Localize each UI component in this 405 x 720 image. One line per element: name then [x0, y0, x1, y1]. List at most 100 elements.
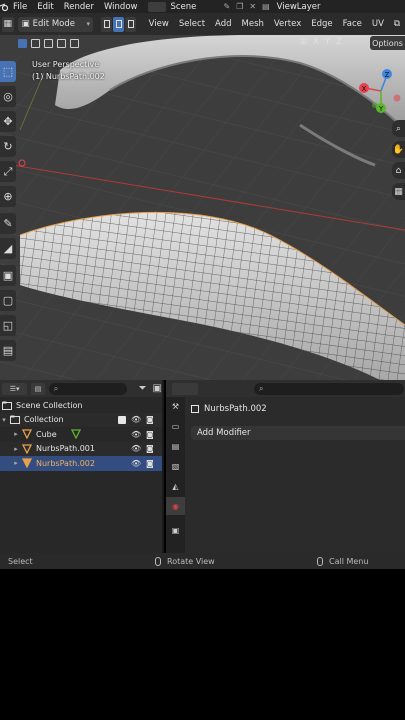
- mode-dropdown[interactable]: ▣ Edit Mode ▾: [17, 16, 93, 32]
- menu-file[interactable]: File: [8, 2, 32, 12]
- select-tool-icon[interactable]: ⬚: [0, 61, 16, 82]
- mirror-toggle-icon[interactable]: ⊞: [298, 37, 309, 47]
- expand-arrow-icon[interactable]: ▾: [0, 416, 8, 424]
- vertex-select-button[interactable]: [101, 16, 112, 32]
- pan-hand-icon[interactable]: ✋: [392, 141, 405, 158]
- properties-search-input[interactable]: ⌕: [254, 382, 404, 395]
- outliner-row-nurbspath-002[interactable]: ▸ NurbsPath.002 👁 ◙: [0, 456, 162, 471]
- exclude-checkbox[interactable]: [118, 415, 126, 424]
- outliner-search-input[interactable]: ⌕: [48, 382, 127, 395]
- select-extend-icon[interactable]: [31, 39, 40, 48]
- options-button[interactable]: Options: [370, 36, 405, 50]
- scene-dropdown-icon[interactable]: [148, 1, 167, 12]
- cursor-tool-icon[interactable]: ◎: [0, 86, 16, 107]
- new-collection-icon[interactable]: ▣: [153, 383, 162, 394]
- close-icon[interactable]: ✕: [246, 2, 259, 11]
- scene-tab-icon[interactable]: ◭: [166, 477, 185, 495]
- expand-arrow-icon[interactable]: ▸: [12, 430, 20, 438]
- scene-selector[interactable]: Scene: [148, 1, 220, 12]
- extrude-tool-icon[interactable]: ▣: [0, 265, 16, 286]
- pin-icon[interactable]: ✎: [220, 2, 233, 11]
- bevel-tool-icon[interactable]: ◱: [0, 315, 16, 336]
- outliner-row-scene-collection[interactable]: Scene Collection: [0, 398, 162, 413]
- camera-icon[interactable]: ◙: [146, 430, 154, 439]
- duplicate-scene-icon[interactable]: ❐: [233, 2, 246, 11]
- menu-view[interactable]: View: [144, 19, 174, 29]
- mirror-z-toggle[interactable]: Z: [334, 37, 344, 47]
- collection-box-icon: [10, 415, 20, 425]
- outliner-editor-type-icon[interactable]: ☰▾: [2, 382, 28, 395]
- render-tab-icon[interactable]: ▭: [166, 417, 185, 435]
- eye-icon[interactable]: 👁: [131, 459, 141, 468]
- panel-toggle-icon[interactable]: ⧉: [389, 19, 405, 29]
- camera-icon[interactable]: ◙: [146, 459, 154, 468]
- menu-mesh[interactable]: Mesh: [237, 19, 269, 29]
- menu-vertex[interactable]: Vertex: [269, 19, 306, 29]
- display-mode-icon[interactable]: ▤: [31, 382, 45, 395]
- add-modifier-button[interactable]: Add Modifier: [191, 426, 405, 440]
- camera-icon[interactable]: ◙: [146, 444, 154, 453]
- properties-content: NurbsPath.002 Add Modifier: [185, 397, 405, 553]
- view-layer-tab-icon[interactable]: ▧: [166, 457, 185, 475]
- expand-arrow-icon[interactable]: ▸: [12, 445, 20, 453]
- zoom-icon[interactable]: ⌕: [392, 120, 405, 137]
- menu-select[interactable]: Select: [174, 19, 210, 29]
- perspective-toggle-icon[interactable]: ▦: [392, 183, 405, 200]
- loopcut-tool-icon[interactable]: ▤: [0, 340, 16, 361]
- editor-type-icon[interactable]: ▦: [2, 16, 14, 32]
- mouse-right-icon: [317, 556, 323, 566]
- outliner-row-cube[interactable]: ▸ Cube 👁 ◙: [0, 427, 162, 442]
- select-intersect-icon[interactable]: [70, 39, 79, 48]
- outliner-item-label: Scene Collection: [16, 400, 83, 410]
- select-box-icon[interactable]: [18, 39, 27, 48]
- transform-tool-icon[interactable]: ⊕: [0, 186, 16, 207]
- mirror-y-toggle[interactable]: Y: [323, 37, 332, 47]
- eye-icon[interactable]: 👁: [131, 430, 141, 439]
- menu-window[interactable]: Window: [99, 2, 143, 12]
- 3d-viewport[interactable]: ⊞ X Y Z Options User Perspective (1) Nur…: [0, 35, 405, 380]
- filter-icon[interactable]: ⏷: [139, 383, 147, 394]
- eye-icon[interactable]: 👁: [131, 444, 141, 453]
- menu-render[interactable]: Render: [59, 2, 99, 12]
- measure-tool-icon[interactable]: ◢: [0, 238, 16, 259]
- menu-uv[interactable]: UV: [367, 19, 389, 29]
- mesh-object-icon: [22, 429, 32, 440]
- blender-logo-icon[interactable]: [0, 2, 9, 12]
- scale-tool-icon[interactable]: ⤢: [0, 161, 16, 182]
- move-tool-icon[interactable]: ✥: [0, 111, 16, 132]
- curve-object-icon: [22, 458, 32, 469]
- menu-edit[interactable]: Edit: [32, 2, 58, 12]
- outliner-row-collection[interactable]: ▾ Collection 👁 ◙: [0, 412, 162, 427]
- scene-name[interactable]: Scene: [170, 2, 220, 12]
- viewport-info: User Perspective (1) NurbsPath.002: [32, 59, 105, 83]
- camera-icon[interactable]: ◙: [146, 415, 154, 424]
- status-select: Select: [8, 557, 33, 566]
- outliner-row-nurbspath-001[interactable]: ▸ NurbsPath.001 👁 ◙: [0, 441, 162, 456]
- select-invert-icon[interactable]: [57, 39, 66, 48]
- collection-tab-icon[interactable]: ▣: [166, 521, 185, 539]
- tool-tab-icon[interactable]: ⚒: [166, 397, 185, 415]
- status-select-label: Select: [8, 556, 33, 566]
- output-tab-icon[interactable]: ▤: [166, 437, 185, 455]
- menu-add[interactable]: Add: [210, 19, 236, 29]
- edge-select-button[interactable]: [113, 16, 124, 32]
- rotate-tool-icon[interactable]: ↻: [0, 136, 16, 157]
- face-select-button[interactable]: [125, 16, 136, 32]
- menu-edge[interactable]: Edge: [306, 19, 337, 29]
- camera-view-icon[interactable]: ⌂: [392, 162, 405, 179]
- inset-tool-icon[interactable]: ▢: [0, 290, 16, 311]
- select-subtract-icon[interactable]: [44, 39, 53, 48]
- mirror-x-toggle[interactable]: X: [311, 37, 321, 47]
- properties-editor-type-icon[interactable]: [172, 382, 198, 395]
- eye-icon[interactable]: 👁: [131, 415, 141, 424]
- menu-face[interactable]: Face: [338, 19, 367, 29]
- navigation-gizmo[interactable]: Z X Y: [353, 65, 405, 117]
- expand-arrow-icon[interactable]: ▸: [12, 459, 20, 467]
- view-layer-name[interactable]: ViewLayer: [277, 2, 321, 12]
- viewport-subheader: [0, 35, 405, 52]
- world-tab-icon[interactable]: ◉: [166, 497, 185, 515]
- view-layer-dropdown-icon[interactable]: ▤: [259, 2, 273, 11]
- collection-box-icon: [2, 400, 12, 410]
- annotate-tool-icon[interactable]: ✎: [0, 213, 16, 234]
- status-bar: Select Rotate View Call Menu: [0, 553, 405, 569]
